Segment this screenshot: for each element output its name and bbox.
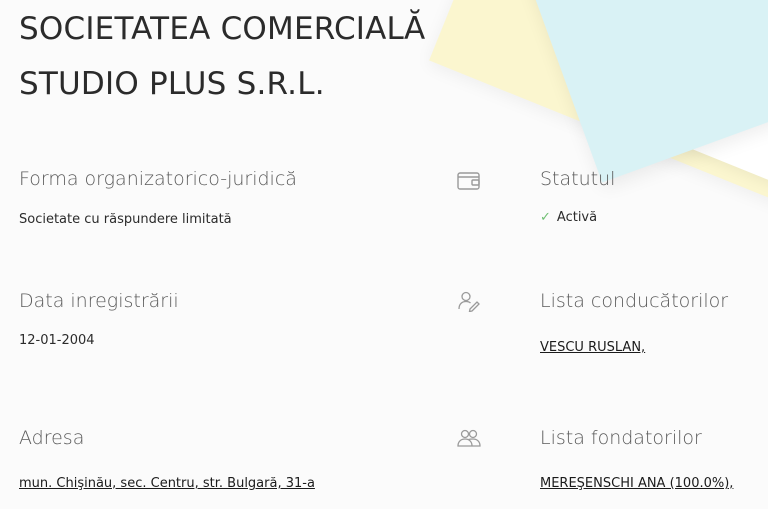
user-edit-icon — [456, 290, 482, 313]
registration-date-value: 12-01-2004 — [19, 333, 95, 348]
founders-link[interactable]: MEREŞENSCHI ANA (100.0%), — [540, 476, 733, 491]
address-label: Adresa — [19, 427, 85, 449]
registration-date-label: Data inregistrării — [19, 290, 179, 312]
users-icon — [456, 427, 482, 449]
status-value-row: ✓ Activă — [540, 210, 597, 225]
company-details: SOCIETATEA COMERCIALĂ STUDIO PLUS S.R.L.… — [0, 0, 768, 509]
founders-label: Lista fondatorilor — [540, 427, 702, 449]
check-icon: ✓ — [540, 210, 551, 225]
company-name: SOCIETATEA COMERCIALĂ STUDIO PLUS S.R.L. — [19, 11, 426, 102]
wallet-icon — [456, 170, 482, 192]
managers-label: Lista conducătorilor — [540, 290, 729, 312]
legal-form-value: Societate cu răspundere limitată — [19, 212, 232, 227]
status-value: Activă — [556, 210, 598, 225]
managers-link[interactable]: VESCU RUSLAN, — [540, 340, 645, 355]
legal-form-label: Forma organizatorico-juridică — [19, 168, 297, 190]
address-link[interactable]: mun. Chişinău, sec. Centru, str. Bulgară… — [19, 476, 315, 491]
status-label: Statutul — [540, 168, 616, 190]
